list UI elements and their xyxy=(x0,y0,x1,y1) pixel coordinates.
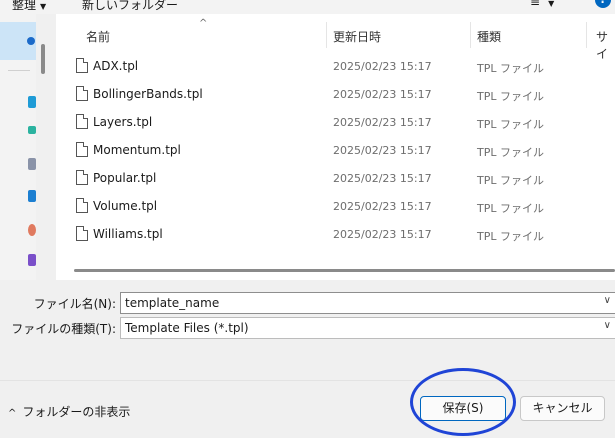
toolbar: 整理▼ 新しいフォルダー ≡▼ ? xyxy=(0,0,615,14)
nav-dot-icon xyxy=(27,37,35,45)
organize-button[interactable]: 整理 ▼ xyxy=(12,0,46,13)
file-name: Popular.tpl xyxy=(93,171,157,185)
hide-folders-label: フォルダーの非表示 xyxy=(22,405,131,419)
file-name: Williams.tpl xyxy=(93,227,163,241)
nav-scrollbar[interactable] xyxy=(38,14,48,280)
filename-label: ファイル名(N): xyxy=(33,297,116,311)
navigation-pane xyxy=(0,14,36,280)
file-type: TPL ファイル xyxy=(477,174,544,187)
nav-item-selected[interactable] xyxy=(0,22,36,60)
sort-ascending-icon: ^ xyxy=(199,18,208,29)
chevron-down-icon: ▼ xyxy=(548,0,555,8)
nav-item-icon[interactable] xyxy=(28,224,36,236)
column-divider[interactable] xyxy=(586,22,587,48)
file-date: 2025/02/23 15:17 xyxy=(333,144,432,157)
file-date: 2025/02/23 15:17 xyxy=(333,200,432,213)
file-date: 2025/02/23 15:17 xyxy=(333,116,432,129)
file-name: Momentum.tpl xyxy=(93,143,181,157)
horizontal-scrollbar[interactable] xyxy=(56,264,615,276)
file-type: TPL ファイル xyxy=(477,118,544,131)
chevron-down-icon[interactable]: ∨ xyxy=(604,295,611,306)
organize-label: 整理 xyxy=(12,0,37,12)
file-row[interactable]: Momentum.tpl 2025/02/23 15:17 TPL ファイル xyxy=(56,136,615,164)
file-date: 2025/02/23 15:17 xyxy=(333,172,432,185)
scrollbar-thumb[interactable] xyxy=(74,269,615,272)
document-icon xyxy=(76,114,88,129)
help-icon[interactable]: ? xyxy=(595,0,611,8)
nav-item-icon[interactable] xyxy=(28,96,36,108)
file-name: Layers.tpl xyxy=(93,115,153,129)
nav-item-icon[interactable] xyxy=(28,254,36,266)
save-dialog: 整理▼ 新しいフォルダー ≡▼ ? ^ 名前 更新日時 種類 xyxy=(0,0,615,438)
file-list: ^ 名前 更新日時 種類 サイ ADX.tpl 2025/02/23 15:17… xyxy=(56,14,615,280)
filetype-value: Template Files (*.tpl) xyxy=(125,321,249,335)
nav-item-icon[interactable] xyxy=(28,190,36,202)
column-divider[interactable] xyxy=(470,22,471,48)
chevron-up-icon: ^ xyxy=(8,408,17,419)
column-date[interactable]: 更新日時 xyxy=(333,28,381,45)
list-view-icon: ≡ xyxy=(530,0,541,9)
file-name: ADX.tpl xyxy=(93,59,139,73)
document-icon xyxy=(76,58,88,73)
file-row[interactable]: BollingerBands.tpl 2025/02/23 15:17 TPL … xyxy=(56,80,615,108)
document-icon xyxy=(76,226,88,241)
nav-divider xyxy=(8,70,30,71)
column-type[interactable]: 種類 xyxy=(477,28,501,45)
filename-field[interactable]: template_name ∨ xyxy=(120,292,615,314)
column-name[interactable]: 名前 xyxy=(86,28,110,45)
file-name: Volume.tpl xyxy=(93,199,158,213)
file-type: TPL ファイル xyxy=(477,90,544,103)
cancel-button[interactable]: キャンセル xyxy=(520,396,605,421)
document-icon xyxy=(76,170,88,185)
file-row[interactable]: Williams.tpl 2025/02/23 15:17 TPL ファイル xyxy=(56,220,615,248)
file-type: TPL ファイル xyxy=(477,230,544,243)
column-divider[interactable] xyxy=(326,22,327,48)
nav-item-icon[interactable] xyxy=(28,126,36,134)
file-row[interactable]: Volume.tpl 2025/02/23 15:17 TPL ファイル xyxy=(56,192,615,220)
chevron-down-icon[interactable]: ∨ xyxy=(604,320,611,331)
scrollbar-thumb[interactable] xyxy=(41,44,45,74)
filename-form: ファイル名(N): template_name ∨ ファイルの種類(T): Te… xyxy=(0,280,615,380)
file-date: 2025/02/23 15:17 xyxy=(333,228,432,241)
file-date: 2025/02/23 15:17 xyxy=(333,60,432,73)
file-type: TPL ファイル xyxy=(477,202,544,215)
document-icon xyxy=(76,86,88,101)
file-row[interactable]: Layers.tpl 2025/02/23 15:17 TPL ファイル xyxy=(56,108,615,136)
chevron-down-icon: ▼ xyxy=(40,2,47,11)
file-name: BollingerBands.tpl xyxy=(93,87,203,101)
column-header: ^ 名前 更新日時 種類 サイ xyxy=(56,14,615,61)
view-options-button[interactable]: ≡ ▼ xyxy=(530,0,554,9)
filetype-select[interactable]: Template Files (*.tpl) ∨ xyxy=(120,317,615,339)
save-highlight-circle xyxy=(410,368,516,436)
hide-folders-toggle[interactable]: ^ フォルダーの非表示 xyxy=(8,403,130,420)
file-type: TPL ファイル xyxy=(477,62,544,75)
dialog-footer: ^ フォルダーの非表示 保存(S) キャンセル xyxy=(0,380,615,438)
filetype-label: ファイルの種類(T): xyxy=(11,322,116,336)
new-folder-button[interactable]: 新しいフォルダー xyxy=(82,0,178,13)
file-type: TPL ファイル xyxy=(477,146,544,159)
file-row[interactable]: ADX.tpl 2025/02/23 15:17 TPL ファイル xyxy=(56,52,615,80)
file-date: 2025/02/23 15:17 xyxy=(333,88,432,101)
document-icon xyxy=(76,198,88,213)
filename-value: template_name xyxy=(125,296,220,310)
nav-item-icon[interactable] xyxy=(28,158,36,170)
document-icon xyxy=(76,142,88,157)
file-row[interactable]: Popular.tpl 2025/02/23 15:17 TPL ファイル xyxy=(56,164,615,192)
